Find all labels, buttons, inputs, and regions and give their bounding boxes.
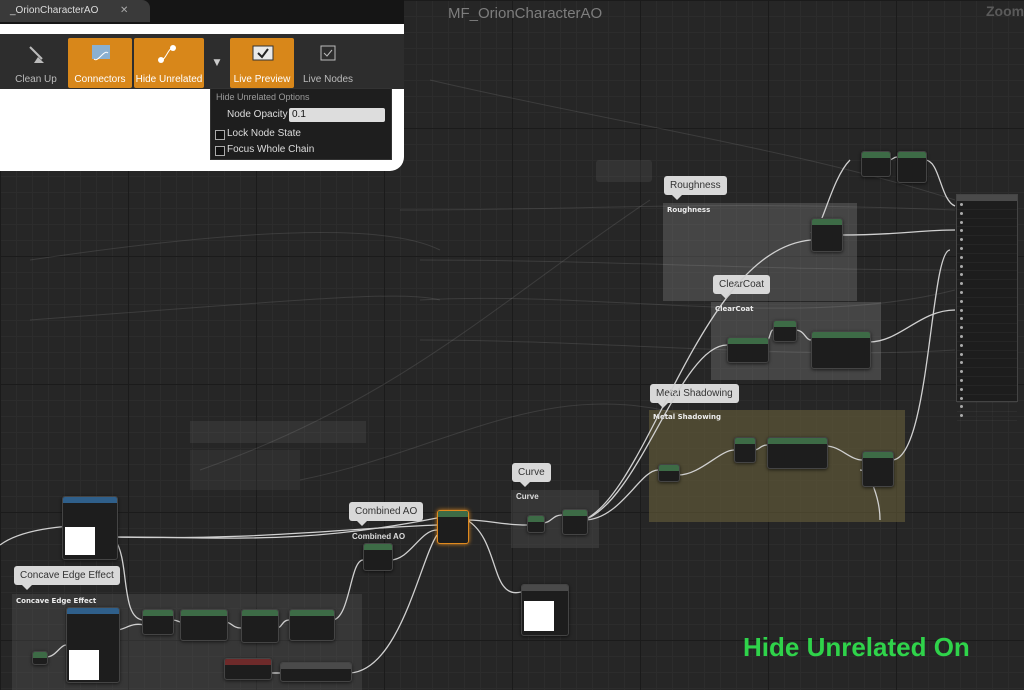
texcoord-node[interactable]: [32, 651, 48, 665]
toolbar-panel: _OrionCharacterAO ✕ Clean Up Connectors …: [0, 0, 404, 171]
top-switch-node[interactable]: [897, 151, 927, 183]
faded-wire: [199, 199, 651, 471]
clamp-node-2[interactable]: [289, 609, 335, 641]
faded-wire: [429, 79, 956, 201]
connectors-icon: [92, 45, 110, 61]
wire: [794, 329, 812, 341]
wire: [583, 239, 812, 521]
clean-up-label: Clean Up: [15, 74, 57, 85]
texture-sample-node[interactable]: [62, 496, 118, 560]
hide-unrelated-overlay-text: Hide Unrelated On: [743, 632, 970, 662]
hide-unrelated-button[interactable]: Hide Unrelated: [134, 38, 204, 88]
wire: [114, 524, 438, 539]
menu-heading: Hide Unrelated Options: [216, 92, 310, 102]
tab-bar: _OrionCharacterAO ✕: [0, 0, 404, 24]
output-node[interactable]: [521, 584, 569, 636]
material-output-node[interactable]: [956, 194, 1018, 421]
wire: [466, 519, 528, 526]
clearcoat-multiply-node[interactable]: [727, 337, 769, 363]
lock-node-state-checkbox[interactable]: [215, 130, 225, 140]
wire: [466, 519, 522, 594]
focus-whole-chain-checkbox[interactable]: [215, 146, 225, 156]
editor-tab-label: _OrionCharacterAO: [10, 5, 99, 16]
metal-lerp-node[interactable]: [658, 464, 680, 482]
live-preview-label: Live Preview: [233, 74, 291, 85]
live-nodes-button[interactable]: Live Nodes: [296, 38, 360, 88]
hide-unrelated-options-menu: Hide Unrelated Options Node Opacity 0.1 …: [210, 88, 392, 160]
faded-wire: [299, 403, 701, 481]
wire: [331, 559, 364, 621]
roughness-lerp-node[interactable]: [811, 218, 843, 252]
subtract-node[interactable]: [142, 609, 174, 635]
wire: [677, 449, 735, 476]
connectors-label: Connectors: [74, 74, 126, 85]
clearcoat-clamp-node[interactable]: [811, 331, 871, 369]
faded-wire: [419, 289, 956, 309]
lock-node-state-row[interactable]: Lock Node State: [211, 127, 391, 143]
live-nodes-label: Live Nodes: [302, 74, 354, 85]
top-multiply-node[interactable]: [861, 151, 891, 177]
hide-unrelated-icon: [158, 45, 176, 63]
switch-node[interactable]: [437, 510, 469, 544]
lock-node-state-label: Lock Node State: [227, 128, 301, 139]
input-edge-effect-node[interactable]: [280, 662, 352, 682]
clearcoat-add-node[interactable]: [773, 320, 797, 342]
metal-lerp-node-2[interactable]: [862, 451, 894, 487]
node-opacity-row: Node Opacity 0.1: [211, 108, 391, 124]
focus-whole-chain-label: Focus Whole Chain: [227, 144, 315, 155]
broom-icon: [29, 46, 44, 63]
node-opacity-input[interactable]: 0.1: [289, 108, 385, 122]
node-opacity-label: Node Opacity: [227, 109, 288, 120]
texture-sample-node-2[interactable]: [66, 607, 120, 683]
faded-wire: [419, 259, 956, 271]
editor-tab[interactable]: _OrionCharacterAO ✕: [0, 0, 150, 22]
wire: [583, 344, 728, 521]
wire: [924, 159, 956, 207]
wire: [541, 514, 563, 524]
curve-lerp-node[interactable]: [527, 515, 545, 533]
close-icon[interactable]: ✕: [120, 0, 128, 22]
hide-unrelated-label: Hide Unrelated: [135, 74, 203, 85]
faded-wire: [29, 232, 441, 261]
monitor-icon: [252, 45, 274, 61]
wire: [115, 623, 145, 631]
faded-wire: [399, 205, 956, 211]
metal-add-node[interactable]: [734, 437, 756, 463]
lerp-node[interactable]: [241, 609, 279, 643]
connectors-button[interactable]: Connectors: [68, 38, 132, 88]
live-nodes-icon: [320, 45, 336, 61]
wire: [891, 249, 951, 461]
faded-wire: [29, 295, 441, 321]
static-bool-node[interactable]: [224, 658, 272, 680]
focus-whole-chain-row[interactable]: Focus Whole Chain: [211, 143, 391, 159]
hide-unrelated-dropdown-arrow[interactable]: ▼: [206, 38, 228, 88]
curve-multiply-node[interactable]: [562, 509, 588, 535]
wire: [45, 644, 67, 658]
metal-clamp-node[interactable]: [767, 437, 828, 469]
wire: [825, 445, 863, 461]
live-preview-button[interactable]: Live Preview: [230, 38, 294, 88]
clean-up-button[interactable]: Clean Up: [4, 38, 68, 88]
multiply-node[interactable]: [363, 543, 393, 571]
wire: [840, 229, 956, 236]
wire: [868, 309, 956, 343]
wire: [389, 529, 438, 561]
clamp-node[interactable]: [180, 609, 228, 641]
